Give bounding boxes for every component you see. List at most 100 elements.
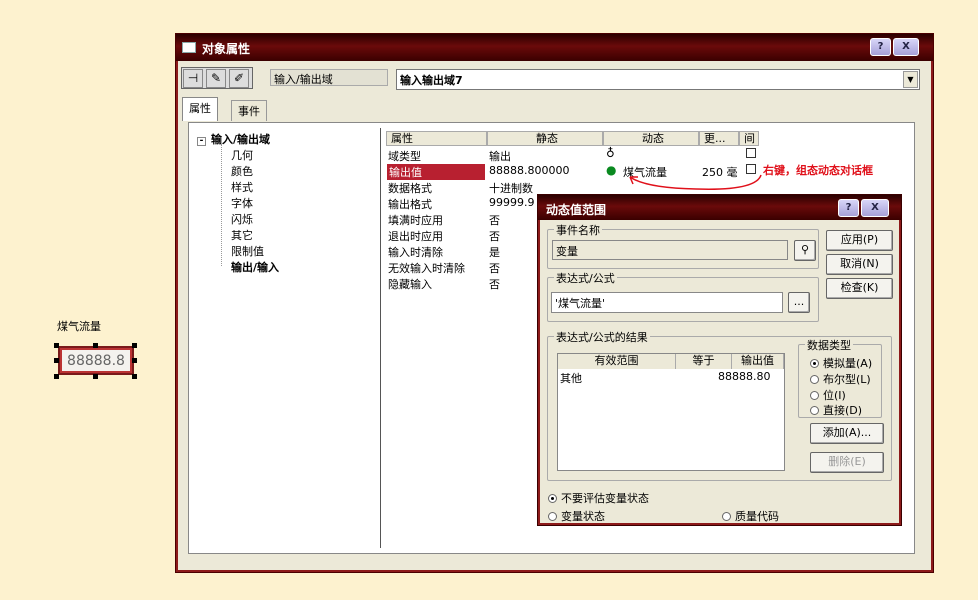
result-col-range[interactable]: 有效范围: [558, 354, 676, 369]
radio-indicator: [810, 359, 819, 368]
grid-cell-prop[interactable]: 隐藏输入: [388, 276, 432, 292]
object-name-value: 输入输出域7: [400, 74, 463, 87]
group-caption: 表达式/公式: [554, 270, 617, 286]
selection-handle[interactable]: [54, 358, 59, 363]
add-button[interactable]: 添加(A)...: [810, 423, 884, 444]
grid-cell-static[interactable]: 输出: [489, 148, 511, 164]
dialog-title: 动态值范围: [546, 203, 607, 217]
object-name-select[interactable]: 输入输出域7 ▼: [396, 69, 920, 90]
grid-cell-prop[interactable]: 输入时清除: [388, 244, 443, 260]
object-type-label: 输入/输出域: [270, 69, 388, 86]
radio-boolean[interactable]: 布尔型(L): [810, 371, 871, 387]
radio-tag-status[interactable]: 变量状态: [548, 508, 605, 524]
tree-item-style[interactable]: 样式: [231, 179, 253, 195]
col-header-indirect[interactable]: 间: [739, 131, 759, 146]
tree-root[interactable]: - 输入/输出域: [197, 131, 270, 147]
selection-handle[interactable]: [132, 343, 137, 348]
help-button[interactable]: ?: [870, 38, 891, 56]
selection-handle[interactable]: [54, 374, 59, 379]
grid-cell-prop-selected[interactable]: 输出值: [387, 164, 485, 180]
help-button[interactable]: ?: [838, 199, 859, 217]
tree-item-font[interactable]: 字体: [231, 195, 253, 211]
radio-label: 位(I): [823, 389, 846, 402]
radio-indicator: [810, 406, 819, 415]
grid-cell-prop[interactable]: 输出格式: [388, 196, 432, 212]
select-event-icon[interactable]: ⚲: [794, 240, 816, 261]
radio-no-eval[interactable]: 不要评估变量状态: [548, 490, 649, 506]
grid-cell-prop[interactable]: 域类型: [388, 148, 421, 164]
grid-cell-prop[interactable]: 数据格式: [388, 180, 432, 196]
radio-indicator: [548, 512, 557, 521]
grid-cell-static[interactable]: 十进制数: [489, 180, 533, 196]
grid-cell-prop[interactable]: 无效输入时清除: [388, 260, 465, 276]
radio-indicator: [810, 375, 819, 384]
close-button[interactable]: X: [893, 38, 919, 56]
paste-property-icon[interactable]: ✐: [229, 69, 249, 88]
grid-cell-static[interactable]: 否: [489, 260, 500, 276]
tree-item-color[interactable]: 颜色: [231, 163, 253, 179]
grid-cell-static[interactable]: 99999.9: [489, 196, 535, 209]
pin-icon[interactable]: ⊣: [183, 69, 203, 88]
tree-item-geometry[interactable]: 几何: [231, 147, 253, 163]
window-title: 对象属性: [202, 42, 251, 56]
tree-item-output-input[interactable]: 输出/输入: [231, 259, 279, 275]
selection-handle[interactable]: [93, 343, 98, 348]
cancel-button[interactable]: 取消(N): [826, 254, 893, 275]
tree-item-other[interactable]: 其它: [231, 227, 253, 243]
result-col-output[interactable]: 输出值: [732, 354, 784, 369]
apply-button[interactable]: 应用(P): [826, 230, 893, 251]
radio-indicator: [722, 512, 731, 521]
result-cell-range[interactable]: 其他: [560, 370, 582, 386]
grid-cell-static[interactable]: 是: [489, 244, 500, 260]
chevron-down-icon[interactable]: ▼: [903, 71, 918, 88]
tree-item-limits[interactable]: 限制值: [231, 243, 264, 259]
radio-label: 布尔型(L): [823, 373, 871, 386]
radio-label: 不要评估变量状态: [561, 492, 649, 505]
check-button[interactable]: 检查(K): [826, 278, 893, 299]
result-col-equals[interactable]: 等于: [676, 354, 732, 369]
dialog-title-bar: 动态值范围 ? X: [538, 195, 901, 220]
collapse-icon[interactable]: -: [197, 137, 206, 146]
tab-events[interactable]: 事件: [231, 100, 267, 121]
selection-handle[interactable]: [93, 374, 98, 379]
io-field-caption: 煤气流量: [57, 320, 101, 333]
browse-button[interactable]: ...: [788, 292, 810, 313]
annotation-text: 右键，组态动态对话框: [763, 164, 873, 177]
radio-label: 变量状态: [561, 510, 605, 523]
io-field-object[interactable]: 88888.8: [58, 346, 134, 375]
lightbulb-icon[interactable]: ♁: [606, 146, 615, 160]
grid-cell-prop[interactable]: 填满时应用: [388, 212, 443, 228]
col-header-update[interactable]: 更...: [699, 131, 739, 146]
delete-button[interactable]: 删除(E): [810, 452, 884, 473]
expression-input[interactable]: '煤气流量': [551, 292, 783, 313]
close-button[interactable]: X: [861, 199, 889, 217]
grid-cell-static[interactable]: 否: [489, 228, 500, 244]
radio-bit[interactable]: 位(I): [810, 387, 846, 403]
radio-direct[interactable]: 直接(D): [810, 402, 862, 418]
radio-analog[interactable]: 模拟量(A): [810, 355, 872, 371]
dynamic-value-range-dialog: 动态值范围 ? X 事件名称 变量 ⚲ 表达式/公式 '煤气流量' ... 表达…: [537, 194, 902, 526]
selection-handle[interactable]: [132, 374, 137, 379]
col-header-static[interactable]: 静态: [487, 131, 603, 146]
grid-cell-prop[interactable]: 退出时应用: [388, 228, 443, 244]
lightbulb-green-icon[interactable]: ●: [606, 163, 616, 177]
group-caption: 表达式/公式的结果: [554, 329, 650, 345]
io-field-value: 88888.8: [67, 352, 125, 369]
tree-item-flash[interactable]: 闪烁: [231, 211, 253, 227]
radio-quality-code[interactable]: 质量代码: [722, 508, 779, 524]
grid-cell-static[interactable]: 否: [489, 276, 500, 292]
result-cell-value[interactable]: 88888.80: [718, 370, 782, 383]
grid-cell-static[interactable]: 否: [489, 212, 500, 228]
tab-properties[interactable]: 属性: [182, 97, 218, 121]
selection-handle[interactable]: [132, 358, 137, 363]
tree-line: [221, 144, 222, 266]
col-header-dynamic[interactable]: 动态: [603, 131, 699, 146]
selection-handle[interactable]: [54, 343, 59, 348]
tree-root-label: 输入/输出域: [211, 133, 271, 146]
col-header-property[interactable]: 属性: [386, 131, 487, 146]
checkbox-indirect[interactable]: [746, 148, 756, 158]
grid-cell-static[interactable]: 88888.800000: [489, 164, 569, 177]
copy-property-icon[interactable]: ✎: [206, 69, 226, 88]
group-caption: 事件名称: [554, 222, 602, 238]
title-bar: 对象属性 ? X: [176, 34, 933, 61]
